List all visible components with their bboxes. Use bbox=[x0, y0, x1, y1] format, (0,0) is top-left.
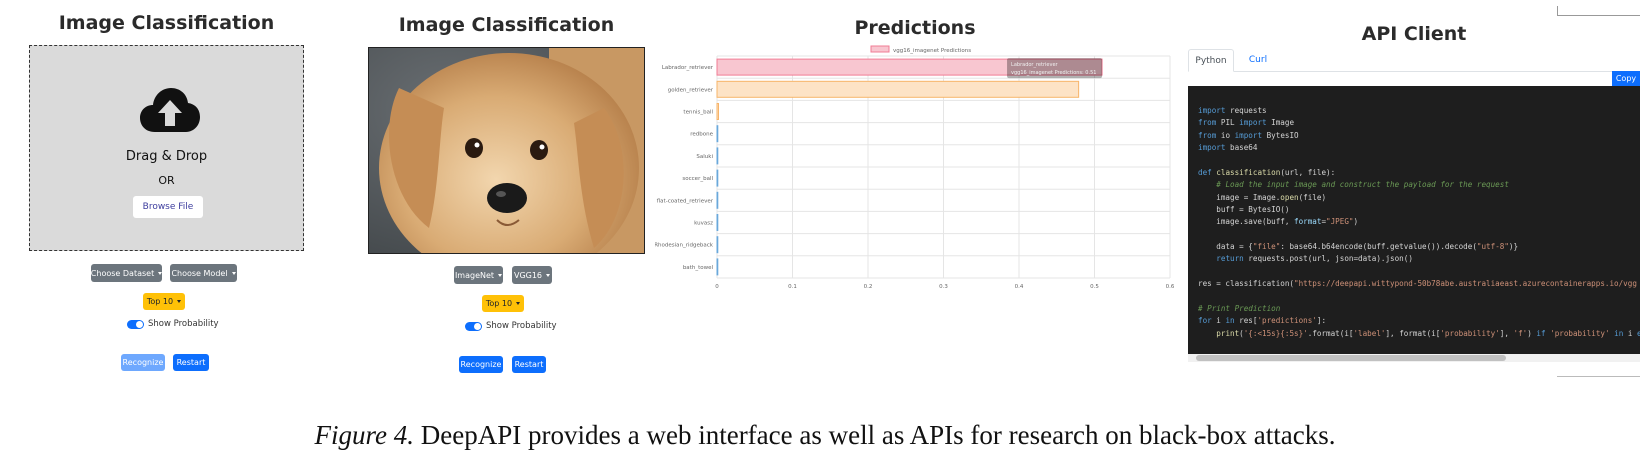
code-line: return requests.post(url, json=data).jso… bbox=[1216, 254, 1413, 263]
code-block: import requests from PIL import Image fr… bbox=[1188, 86, 1640, 354]
show-probability-toggle[interactable] bbox=[465, 322, 482, 331]
browse-file-button[interactable]: Browse File bbox=[133, 196, 203, 218]
code-line: buff = BytesIO() bbox=[1198, 205, 1290, 214]
cloud-upload-icon bbox=[140, 88, 200, 138]
category-label: Rhodesian_ridgeback bbox=[655, 243, 714, 249]
category-label: Saluki bbox=[696, 154, 713, 160]
predictions-chart: vgg16_imagenet Predictions 0 0.1 0.2 0.3 0.4 0… bbox=[655, 45, 1175, 290]
tooltip-body: vgg16_imagenet Predictions: 0.51 bbox=[1011, 70, 1096, 76]
x-tick-label: 0.1 bbox=[788, 284, 797, 290]
caret-down-icon bbox=[516, 302, 521, 305]
panel3-title: Predictions bbox=[854, 17, 976, 39]
figure-caption: Figure 4. DeepAPI provides a web interfa… bbox=[0, 420, 1650, 451]
topk-label: Top 10 bbox=[485, 299, 513, 308]
topk-dropdown[interactable]: Top 10 bbox=[143, 293, 185, 310]
code-line: from io import BytesIO bbox=[1198, 131, 1299, 140]
category-label: soccer_ball bbox=[682, 176, 713, 182]
dataset-label: Choose Dataset bbox=[90, 268, 155, 278]
code-line: # Print Prediction bbox=[1198, 304, 1281, 313]
category-label: Labrador_retriever bbox=[662, 65, 714, 71]
copy-button[interactable]: Copy bbox=[1612, 71, 1640, 86]
bar bbox=[716, 125, 719, 143]
code-line: def classification(url, file): bbox=[1198, 168, 1336, 177]
tab-curl[interactable]: Curl bbox=[1238, 49, 1278, 70]
recognize-button[interactable]: Recognize bbox=[459, 356, 503, 373]
corner-line bbox=[1557, 6, 1558, 16]
drag-drop-text: Drag & Drop bbox=[125, 149, 208, 164]
code-line: import base64 bbox=[1198, 143, 1258, 152]
show-probability-label: Show Probability bbox=[486, 321, 557, 331]
code-line: print('{:<15s}{:5s}'.format(i['label'], … bbox=[1216, 329, 1640, 338]
dataset-dropdown[interactable]: ImageNet bbox=[454, 266, 503, 284]
tooltip-title: Labrador_retriever bbox=[1011, 62, 1058, 68]
choose-dataset-dropdown[interactable]: Choose Dataset bbox=[90, 264, 163, 282]
puppy-image bbox=[368, 47, 645, 254]
code-tabs: Python Curl bbox=[1188, 49, 1640, 72]
code-line: image.save(buff, format="JPEG") bbox=[1198, 217, 1359, 226]
code-line: import requests bbox=[1198, 106, 1267, 115]
x-tick-label: 0.5 bbox=[1090, 284, 1099, 290]
category-label: golden_retriever bbox=[668, 87, 714, 93]
restart-button[interactable]: Restart bbox=[512, 356, 546, 373]
model-dropdown[interactable]: VGG16 bbox=[512, 266, 552, 284]
recognize-button[interactable]: Recognize bbox=[121, 354, 165, 371]
category-label: tennis_ball bbox=[683, 110, 713, 116]
caret-down-icon bbox=[231, 271, 236, 275]
bar bbox=[716, 80, 1080, 98]
show-probability-label: Show Probability bbox=[148, 319, 219, 329]
code-line: # Load the input image and construct the… bbox=[1216, 180, 1509, 189]
code-scrollbar[interactable] bbox=[1188, 354, 1640, 362]
legend-label: vgg16_imagenet Predictions bbox=[893, 48, 971, 54]
scroll-thumb[interactable] bbox=[1196, 355, 1506, 361]
x-tick-label: 0.6 bbox=[1166, 284, 1175, 290]
dataset-label: ImageNet bbox=[454, 270, 495, 280]
category-label: redbone bbox=[690, 132, 713, 138]
caret-down-icon bbox=[498, 273, 503, 277]
caption-text: DeepAPI provides a web interface as well… bbox=[414, 420, 1336, 450]
legend-swatch bbox=[870, 45, 890, 53]
bar bbox=[716, 214, 719, 231]
panel1-title: Image Classification bbox=[58, 12, 275, 34]
code-line: for i in res['predictions']: bbox=[1198, 316, 1327, 325]
x-tick-label: 0 bbox=[715, 284, 719, 290]
x-tick-label: 0.3 bbox=[939, 284, 948, 290]
code-line: res = classification("https://deepapi.wi… bbox=[1198, 279, 1637, 288]
caret-down-icon bbox=[158, 271, 163, 275]
category-label: bath_towel bbox=[683, 265, 714, 271]
caret-down-icon bbox=[177, 300, 182, 303]
bar bbox=[716, 236, 719, 254]
restart-button[interactable]: Restart bbox=[173, 354, 209, 371]
x-tick-label: 0.2 bbox=[864, 284, 873, 290]
or-text: OR bbox=[158, 174, 175, 187]
bar bbox=[716, 103, 720, 120]
code-line: from PIL import Image bbox=[1198, 118, 1295, 127]
corner-line bbox=[1557, 376, 1640, 377]
choose-model-dropdown[interactable]: Choose Model bbox=[170, 264, 237, 282]
caret-down-icon bbox=[546, 273, 551, 277]
topk-dropdown[interactable]: Top 10 bbox=[482, 295, 524, 312]
topk-label: Top 10 bbox=[146, 297, 174, 306]
bar bbox=[716, 169, 719, 187]
show-probability-toggle[interactable] bbox=[127, 320, 144, 329]
panel2-title: Image Classification bbox=[398, 14, 615, 36]
figure-label: Figure 4. bbox=[314, 420, 415, 450]
tab-python[interactable]: Python bbox=[1188, 49, 1234, 72]
code-line: data = {"file": base64.b64encode(buff.ge… bbox=[1198, 242, 1519, 251]
panel4-title: API Client bbox=[1361, 23, 1467, 45]
model-label: VGG16 bbox=[513, 270, 543, 280]
code-line: image = Image.open(file) bbox=[1198, 193, 1327, 202]
category-label: kuvasz bbox=[694, 221, 713, 227]
model-label: Choose Model bbox=[171, 268, 228, 278]
bar bbox=[716, 147, 719, 165]
bar bbox=[716, 258, 719, 276]
category-label: flat-coated_retriever bbox=[657, 198, 714, 204]
bar bbox=[716, 191, 719, 209]
corner-line bbox=[1557, 15, 1640, 16]
x-tick-label: 0.4 bbox=[1015, 284, 1024, 290]
dropzone[interactable]: Drag & Drop OR Browse File bbox=[29, 45, 304, 251]
